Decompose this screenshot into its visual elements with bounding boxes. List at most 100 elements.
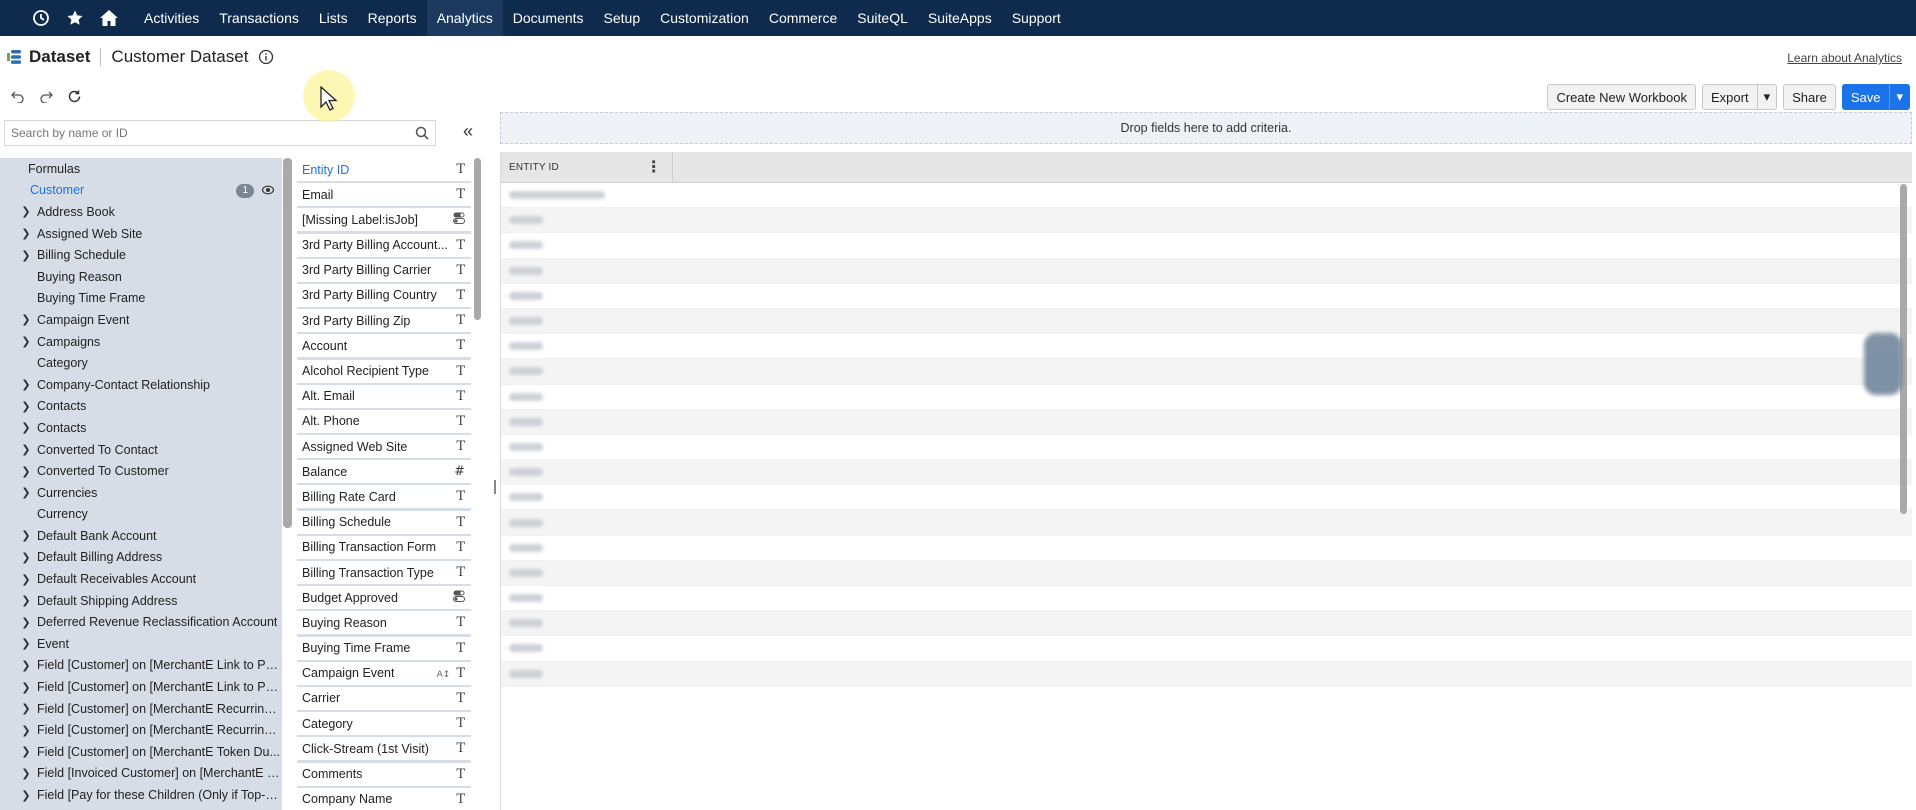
field-item[interactable]: 3rd Party Billing Country T — [297, 283, 471, 307]
field-item[interactable]: 3rd Party Billing Account... T — [297, 233, 471, 257]
table-row[interactable] — [501, 258, 1912, 284]
tree-item[interactable]: ❯ Campaigns — [0, 331, 282, 353]
nav-item-suiteapps[interactable]: SuiteApps — [918, 0, 1002, 36]
info-icon[interactable] — [258, 49, 274, 65]
chevron-right-icon[interactable]: ❯ — [15, 205, 37, 218]
tree-item[interactable]: ❯ Company-Contact Relationship — [0, 374, 282, 396]
chevron-right-icon[interactable]: ❯ — [15, 465, 37, 478]
field-item[interactable]: Billing Transaction Type T — [297, 561, 471, 584]
table-row[interactable] — [501, 435, 1912, 461]
tree-item-formulas[interactable]: Formulas — [0, 158, 282, 180]
table-row[interactable] — [501, 208, 1912, 234]
recent-history-icon[interactable] — [24, 0, 58, 36]
tree-item[interactable]: ❯ Default Shipping Address — [0, 590, 282, 612]
field-item[interactable]: 3rd Party Billing Zip T — [297, 309, 471, 333]
chevron-right-icon[interactable]: ❯ — [15, 378, 37, 391]
field-item[interactable]: Comments T — [297, 762, 471, 786]
field-item[interactable]: Billing Rate Card T — [297, 485, 471, 509]
tree-item[interactable]: ❯ Currencies — [0, 482, 282, 504]
share-button[interactable]: Share — [1783, 84, 1836, 110]
export-button[interactable]: Export — [1702, 84, 1758, 110]
refresh-icon[interactable] — [64, 86, 84, 106]
field-item[interactable]: Carrier T — [297, 686, 471, 710]
tree-item[interactable]: ❯ Field [Customer] on [MerchantE Recurrin… — [0, 698, 282, 720]
chevron-right-icon[interactable]: ❯ — [15, 616, 37, 629]
collapse-panel-icon[interactable]: « — [458, 122, 478, 142]
export-menu-chevron-down-icon[interactable]: ▾ — [1757, 84, 1778, 110]
tree-item-customer[interactable]: Customer 1 — [0, 180, 282, 202]
learn-about-analytics-link[interactable]: Learn about Analytics — [1787, 51, 1902, 65]
table-row[interactable] — [501, 409, 1912, 435]
field-item[interactable]: Alt. Email T — [297, 384, 471, 408]
tree-item[interactable]: Buying Reason — [0, 266, 282, 288]
chevron-right-icon[interactable]: ❯ — [15, 767, 37, 780]
field-item[interactable]: Billing Transaction Form T — [297, 535, 471, 559]
field-item[interactable]: Click-Stream (1st Visit) T — [297, 737, 471, 761]
chevron-right-icon[interactable]: ❯ — [15, 400, 37, 413]
table-row[interactable] — [501, 334, 1912, 360]
field-item[interactable]: Account T — [297, 334, 471, 358]
chevron-right-icon[interactable]: ❯ — [15, 637, 37, 650]
nav-item-lists[interactable]: Lists — [309, 0, 358, 36]
tree-item[interactable]: ❯ Assigned Web Site — [0, 223, 282, 245]
save-menu-chevron-down-icon[interactable]: ▾ — [1889, 84, 1910, 110]
tree-item[interactable]: ❯ Converted To Contact — [0, 439, 282, 461]
chevron-right-icon[interactable]: ❯ — [15, 486, 37, 499]
chevron-right-icon[interactable]: ❯ — [15, 227, 37, 240]
favorites-star-icon[interactable] — [58, 0, 92, 36]
nav-item-setup[interactable]: Setup — [594, 0, 651, 36]
chevron-right-icon[interactable]: ❯ — [15, 789, 37, 802]
table-row[interactable] — [501, 636, 1912, 662]
tree-item[interactable]: Category — [0, 352, 282, 374]
field-item[interactable]: Alt. Phone T — [297, 409, 471, 433]
table-row[interactable] — [501, 536, 1912, 561]
nav-item-reports[interactable]: Reports — [358, 0, 427, 36]
table-row[interactable] — [501, 485, 1912, 511]
chevron-right-icon[interactable]: ❯ — [15, 659, 37, 672]
table-row[interactable] — [501, 560, 1912, 586]
criteria-drop-zone[interactable]: Drop fields here to add criteria. — [500, 112, 1912, 144]
tree-item[interactable]: ❯ Field [Customer] on [MerchantE Link to … — [0, 655, 282, 677]
chevron-right-icon[interactable]: ❯ — [15, 313, 37, 326]
nav-item-customization[interactable]: Customization — [650, 0, 759, 36]
table-row[interactable] — [501, 586, 1912, 612]
field-item[interactable]: Alcohol Recipient Type T — [297, 359, 471, 383]
chevron-right-icon[interactable]: ❯ — [15, 745, 37, 758]
nav-item-transactions[interactable]: Transactions — [209, 0, 309, 36]
tree-item[interactable]: ❯ Contacts — [0, 417, 282, 439]
chevron-right-icon[interactable]: ❯ — [15, 443, 37, 456]
nav-item-activities[interactable]: Activities — [134, 0, 209, 36]
table-row[interactable] — [501, 510, 1912, 536]
field-item[interactable]: Budget Approved — [297, 586, 471, 610]
tree-item[interactable]: ❯ Field [Invoiced Customer] on [MerchantE… — [0, 763, 282, 785]
field-item[interactable]: Billing Schedule T — [297, 510, 471, 534]
tree-item[interactable]: ❯ Deferred Revenue Reclassification Accou… — [0, 611, 282, 633]
tree-item[interactable]: ❯ Default Receivables Account — [0, 568, 282, 590]
panel-splitter[interactable] — [494, 480, 496, 494]
home-icon[interactable] — [92, 0, 126, 36]
field-item[interactable]: Balance # — [297, 460, 471, 484]
field-item[interactable]: Company Name T — [297, 787, 471, 810]
undo-icon[interactable] — [8, 86, 28, 106]
nav-item-commerce[interactable]: Commerce — [759, 0, 847, 36]
nav-item-documents[interactable]: Documents — [503, 0, 594, 36]
table-row[interactable] — [501, 460, 1912, 486]
tree-item[interactable]: ❯ Event — [0, 633, 282, 655]
dataset-name[interactable]: Customer Dataset — [111, 47, 248, 67]
table-row[interactable] — [501, 183, 1912, 209]
chevron-right-icon[interactable]: ❯ — [15, 573, 37, 586]
tree-item[interactable]: Buying Time Frame — [0, 288, 282, 310]
field-item[interactable]: Email T — [297, 183, 471, 207]
chevron-right-icon[interactable]: ❯ — [15, 594, 37, 607]
table-row[interactable] — [501, 661, 1912, 687]
tree-scrollbar[interactable] — [283, 158, 292, 528]
nav-item-support[interactable]: Support — [1002, 0, 1071, 36]
tree-item[interactable]: ❯ Billing Schedule — [0, 244, 282, 266]
redo-icon[interactable] — [36, 86, 56, 106]
chevron-right-icon[interactable]: ❯ — [15, 681, 37, 694]
tree-item[interactable]: ❯ Address Book — [0, 201, 282, 223]
tree-item[interactable]: ❯ Converted To Customer — [0, 460, 282, 482]
table-row[interactable] — [501, 284, 1912, 309]
chevron-right-icon[interactable]: ❯ — [15, 724, 37, 737]
table-row[interactable] — [501, 611, 1912, 637]
